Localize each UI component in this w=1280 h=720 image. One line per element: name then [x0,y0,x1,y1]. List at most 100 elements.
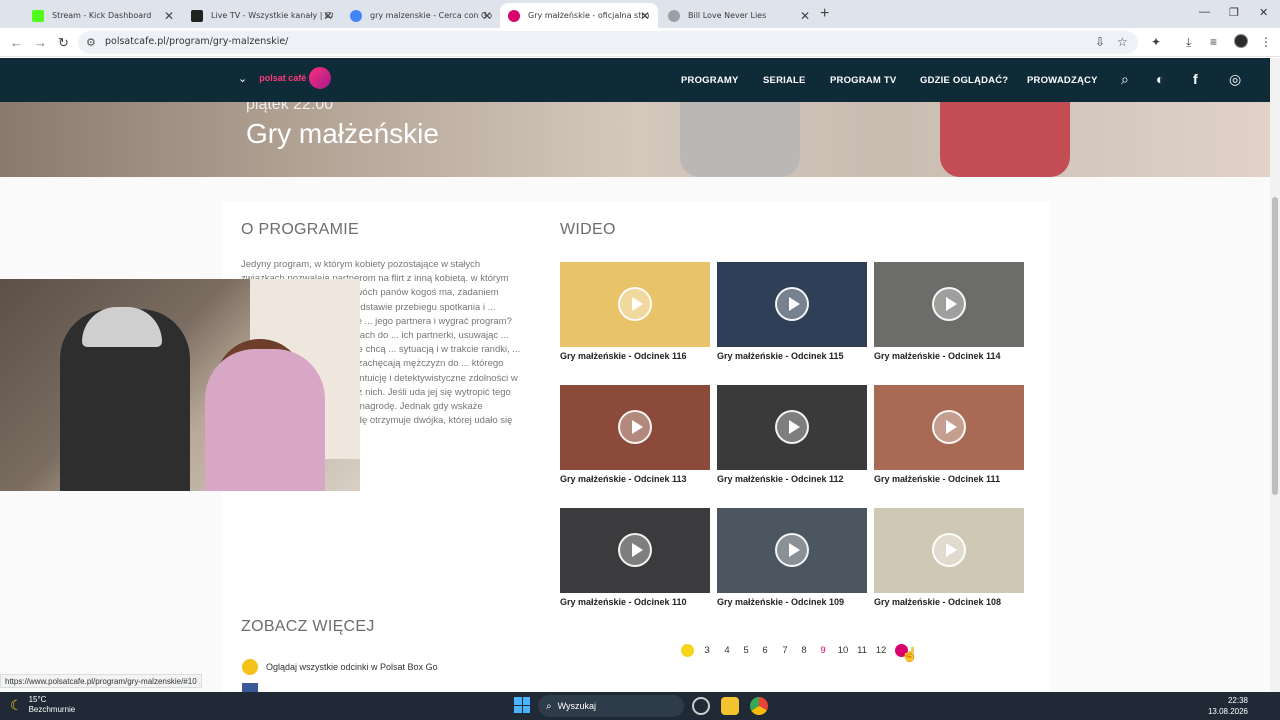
more-heading: ZOBACZ WIĘCEJ [241,618,375,635]
page-link[interactable]: 6 [758,645,772,656]
video-title[interactable]: Gry małżeńskie - Odcinek 116 [560,351,710,361]
windows-start-icon[interactable] [514,697,530,713]
bookmark-star-icon[interactable]: ☆ [1117,35,1128,49]
video-title[interactable]: Gry małżeńskie - Odcinek 110 [560,597,710,607]
close-window-icon[interactable]: ✕ [1259,6,1268,19]
play-icon[interactable] [618,533,652,567]
file-explorer-icon[interactable] [721,697,739,715]
instagram-icon[interactable]: ◎ [1229,71,1241,88]
video-item[interactable]: Gry małżeńskie - Odcinek 111 [874,385,1024,484]
obs-icon[interactable] [692,697,710,715]
video-title[interactable]: Gry małżeńskie - Odcinek 109 [717,597,867,607]
page-link[interactable]: 4 [720,645,734,656]
video-item[interactable]: Gry małżeńskie - Odcinek 115 [717,262,867,361]
video-item[interactable]: Gry małżeńskie - Odcinek 114 [874,262,1024,361]
video-item[interactable]: Gry małżeńskie - Odcinek 109 [717,508,867,607]
close-tab-icon[interactable]: ✕ [640,9,650,23]
browser-tab-strip: Stream - Kick Dashboard ✕ Live TV - Wszy… [0,0,1280,28]
hero-photo-figure [680,102,800,177]
video-title[interactable]: Gry małżeńskie - Odcinek 112 [717,474,867,484]
polsat-box-go-icon [242,659,258,675]
play-icon[interactable] [775,533,809,567]
page-link[interactable]: 5 [739,645,753,656]
taskbar-clock[interactable]: 22:38 13.08.2026 [1208,695,1248,717]
new-tab-icon[interactable]: + [820,5,829,23]
contrast-icon[interactable]: ◐ [1156,71,1164,87]
video-item[interactable]: Gry małżeńskie - Odcinek 110 [560,508,710,607]
air-time: piątek 22:00 [246,102,334,113]
nav-gdzie-ogladac[interactable]: GDZIE OGLĄDAĆ? [920,75,1008,86]
browser-tab[interactable]: Live TV - Wszystkie kanały | CANAL+ ✕ [183,3,341,28]
clock-time: 22:38 [1227,696,1248,705]
close-tab-icon[interactable]: ✕ [482,9,492,23]
back-icon[interactable]: ← [10,35,23,50]
video-title[interactable]: Gry małżeńskie - Odcinek 108 [874,597,1024,607]
page-link[interactable]: 8 [797,645,811,656]
video-thumbnail[interactable] [717,508,867,593]
page-link[interactable]: 12 [874,645,888,656]
close-tab-icon[interactable]: ✕ [323,9,333,23]
forward-icon[interactable]: → [34,35,47,50]
polsat-box-go-link[interactable]: Oglądaj wszystkie odcinki w Polsat Box G… [242,659,438,675]
site-info-icon[interactable]: ⚙ [86,36,96,49]
minimize-icon[interactable]: — [1199,6,1210,18]
video-item[interactable]: Gry małżeńskie - Odcinek 108 [874,508,1024,607]
play-icon[interactable] [932,533,966,567]
video-thumbnail[interactable] [717,385,867,470]
video-item[interactable]: Gry małżeńskie - Odcinek 113 [560,385,710,484]
chrome-icon[interactable] [750,697,768,715]
page-link[interactable]: 10 [836,645,850,656]
browser-tab-active[interactable]: Gry małżeńskie - oficjalna strona ✕ [500,3,658,28]
browser-tab[interactable]: Bill Love Never Lies ✕ [660,3,818,28]
downloads-icon[interactable]: ⤓ [1186,35,1191,50]
play-icon[interactable] [775,410,809,444]
page-link[interactable]: 3 [700,645,714,656]
chevron-down-icon[interactable]: ⌄ [238,72,247,85]
nav-program-tv[interactable]: PROGRAM TV [830,75,896,86]
close-tab-icon[interactable]: ✕ [800,9,810,23]
maximize-icon[interactable]: ❐ [1229,6,1239,19]
play-icon[interactable] [932,287,966,321]
video-title[interactable]: Gry małżeńskie - Odcinek 115 [717,351,867,361]
site-logo[interactable]: ⌄ polsat café [238,67,332,89]
video-title[interactable]: Gry małżeńskie - Odcinek 113 [560,474,710,484]
reading-list-icon[interactable]: ≡ [1210,35,1217,49]
nav-programy[interactable]: PROGRAMY [681,75,739,86]
install-app-icon[interactable]: ⇩ [1095,35,1105,49]
video-thumbnail[interactable] [874,262,1024,347]
browser-tab[interactable]: Stream - Kick Dashboard ✕ [24,3,182,28]
prev-page-button[interactable] [681,644,694,657]
video-thumbnail[interactable] [560,508,710,593]
play-icon[interactable] [618,410,652,444]
reload-icon[interactable]: ↻ [58,35,69,51]
facebook-icon[interactable]: f [1193,71,1198,87]
video-thumbnail[interactable] [874,508,1024,593]
play-icon[interactable] [775,287,809,321]
video-thumbnail[interactable] [874,385,1024,470]
video-title[interactable]: Gry małżeńskie - Odcinek 111 [874,474,1024,484]
browser-tab[interactable]: gry malzenskie - Cerca con Google ✕ [342,3,500,28]
more-menu-icon[interactable]: ⋮ [1260,35,1272,49]
nav-seriale[interactable]: SERIALE [763,75,806,86]
address-bar[interactable]: ⚙ polsatcafe.pl/program/gry-malzenskie/ [78,31,1138,54]
taskbar-search[interactable]: ⌕ Wyszukaj [538,695,684,717]
extensions-icon[interactable]: ✦ [1151,35,1161,49]
video-item[interactable]: Gry małżeńskie - Odcinek 112 [717,385,867,484]
page-link-current[interactable]: 9 [816,645,830,656]
video-thumbnail[interactable] [717,262,867,347]
profile-avatar[interactable] [1234,34,1248,48]
facebook-icon[interactable] [242,683,258,692]
video-thumbnail[interactable] [560,262,710,347]
page-link[interactable]: 7 [778,645,792,656]
search-icon[interactable]: ⌕ [1121,71,1129,88]
nav-prowadzacy[interactable]: PROWADZĄCY [1027,75,1098,86]
scrollbar-thumb[interactable] [1272,197,1278,495]
play-icon[interactable] [618,287,652,321]
video-item[interactable]: Gry małżeńskie - Odcinek 116 [560,262,710,361]
close-tab-icon[interactable]: ✕ [164,9,174,23]
weather-widget[interactable]: ☾ 15°C Bezchmurnie [10,695,75,715]
page-link[interactable]: 11 [855,645,869,656]
play-icon[interactable] [932,410,966,444]
video-title[interactable]: Gry małżeńskie - Odcinek 114 [874,351,1024,361]
video-thumbnail[interactable] [560,385,710,470]
